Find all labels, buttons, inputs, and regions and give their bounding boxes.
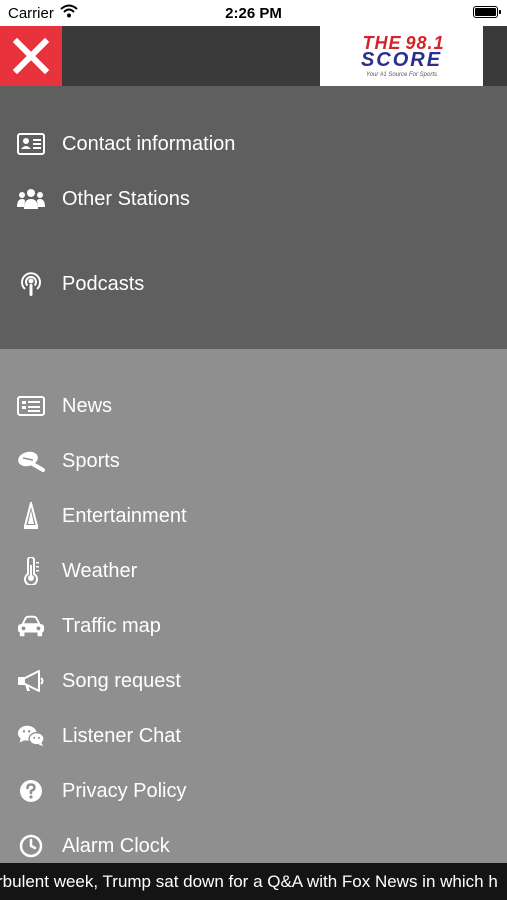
menu-item-other-stations[interactable]: Other Stations [0,177,507,221]
menu-item-contact-information[interactable]: Contact information [0,122,507,166]
menu-label: Weather [62,559,138,582]
menu-item-alarm-clock[interactable]: Alarm Clock [0,824,507,868]
entertainment-icon [17,502,45,530]
menu-item-traffic-map[interactable]: Traffic map [0,604,507,648]
menu-label: Contact information [62,132,236,155]
menu-label: Privacy Policy [62,779,187,802]
top-bar: THE 98.1 SCORE Your #1 Source For Sports [0,26,507,86]
menu-label: Alarm Clock [62,834,170,857]
question-circle-icon [17,777,45,805]
users-group-icon [17,185,45,213]
megaphone-icon [17,667,45,695]
menu-label: News [62,394,113,417]
menu-label: Traffic map [62,614,161,637]
logo-tagline: Your #1 Source For Sports [365,72,438,78]
menu-item-entertainment[interactable]: Entertainment [0,494,507,538]
status-bar: Carrier 2:26 PM [0,0,507,26]
station-logo: THE 98.1 SCORE Your #1 Source For Sports [320,26,483,86]
contact-card-icon [17,130,45,158]
menu-label: Sports [62,449,120,472]
newspaper-icon [17,392,45,420]
menu-item-news[interactable]: News [0,384,507,428]
podcast-icon [17,270,45,298]
menu-label: Podcasts [62,272,145,295]
menu-item-privacy-policy[interactable]: Privacy Policy [0,769,507,813]
close-button[interactable] [0,26,62,86]
menu-label: Song request [62,669,181,692]
menu-label: Entertainment [62,504,187,527]
menu-item-weather[interactable]: Weather [0,549,507,593]
thermometer-icon [17,557,45,585]
menu-item-sports[interactable]: Sports [0,439,507,483]
main-menu: News Sports Entertainment Weather Traffi… [0,349,507,863]
ticker-text: rbulent week, Trump sat down for a Q&A w… [0,872,498,891]
menu-label: Listener Chat [62,724,181,747]
close-icon[interactable] [13,38,49,74]
news-ticker[interactable]: rbulent week, Trump sat down for a Q&A w… [0,863,507,900]
menu-item-song-request[interactable]: Song request [0,659,507,703]
secondary-menu: Contact information Other Stations Podca… [0,86,507,349]
battery-icon [473,6,501,18]
clock-icon [17,832,45,860]
chat-bubbles-icon [17,722,45,750]
logo-name: SCORE [360,49,443,71]
menu-label: Other Stations [62,187,190,210]
status-time: 2:26 PM [225,5,282,22]
car-icon [17,612,45,640]
sports-ball-icon [17,447,45,475]
menu-item-podcasts[interactable]: Podcasts [0,262,507,306]
menu-item-listener-chat[interactable]: Listener Chat [0,714,507,758]
